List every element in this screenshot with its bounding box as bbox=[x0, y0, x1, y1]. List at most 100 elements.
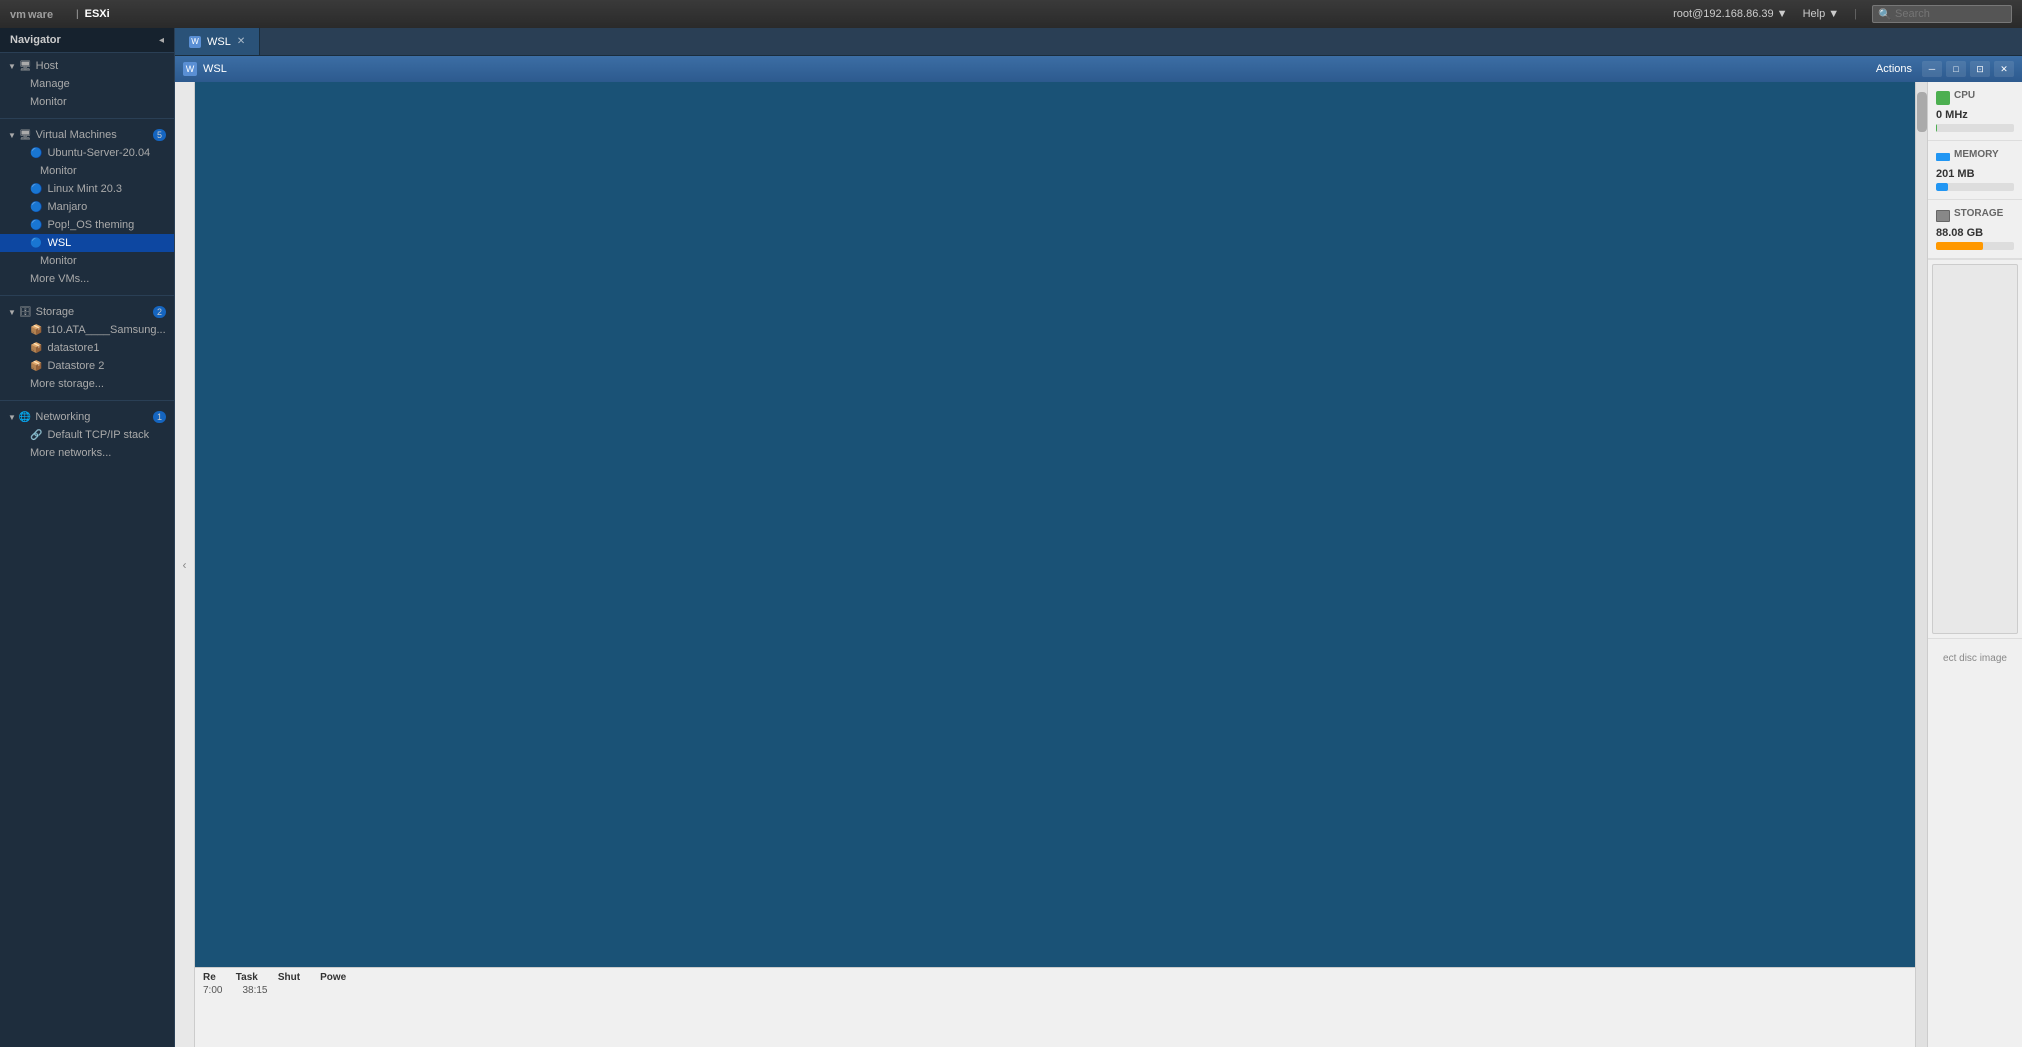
vmware-search-input[interactable] bbox=[1872, 5, 2012, 23]
ds1-icon: 📦 bbox=[30, 343, 42, 354]
content-split: ‹ bbox=[175, 82, 2022, 1047]
sidebar-item-popos[interactable]: 🔵 Pop!_OS theming bbox=[0, 216, 174, 234]
tcp-icon: 🔗 bbox=[30, 430, 42, 441]
ubuntu-monitor-label: Monitor bbox=[40, 165, 77, 177]
sidebar-item-manjaro[interactable]: 🔵 Manjaro bbox=[0, 198, 174, 216]
manjaro-label: Manjaro bbox=[47, 201, 87, 213]
sidebar-item-tcp[interactable]: 🔗 Default TCP/IP stack bbox=[0, 426, 174, 444]
vmware-topbar-right: root@192.168.86.39 ▼ Help ▼ | 🔍 bbox=[1673, 5, 2012, 23]
host-icon: 🖥 bbox=[19, 61, 32, 72]
vm-icon: 🖥 bbox=[19, 130, 32, 141]
memory-progress-container bbox=[1936, 183, 2014, 191]
monitor-host-label: Monitor bbox=[30, 96, 67, 108]
right-panel: CPU 0 MHz MEMORY 201 MB bbox=[1927, 82, 2022, 1047]
ds2-label: Datastore 2 bbox=[47, 360, 104, 372]
networking-group-header[interactable]: ▼ 🌐 Networking 1 bbox=[0, 408, 174, 426]
actions-button[interactable]: Actions bbox=[1870, 61, 1918, 77]
vmware-search-icon: 🔍 bbox=[1878, 8, 1892, 21]
storage-progress-fill bbox=[1936, 242, 1983, 250]
sidebar: Navigator ◂ ▼ 🖥 Host Manage Monitor ▼ 🖥 … bbox=[0, 28, 175, 1047]
sidebar-item-linuxmint[interactable]: 🔵 Linux Mint 20.3 bbox=[0, 180, 174, 198]
close-button[interactable]: ✕ bbox=[1994, 61, 2014, 77]
cpu-section: CPU 0 MHz bbox=[1928, 82, 2022, 141]
right-panel-select-disc: ect disc image bbox=[1928, 638, 2022, 678]
cpu-value: 0 MHz bbox=[1936, 109, 2014, 121]
right-panel-bottom bbox=[1928, 678, 2022, 1047]
cpu-progress-container bbox=[1936, 124, 2014, 132]
left-arrow-panel[interactable]: ‹ bbox=[175, 82, 195, 1047]
sidebar-item-wsl-monitor[interactable]: Monitor bbox=[0, 252, 174, 270]
tab-wsl-close[interactable]: ✕ bbox=[237, 36, 245, 47]
sidebar-item-datastore1[interactable]: 📦 datastore1 bbox=[0, 339, 174, 357]
storage-value: 88.08 GB bbox=[1936, 227, 2014, 239]
sidebar-item-more-storage[interactable]: More storage... bbox=[0, 375, 174, 393]
cpu-progress-fill bbox=[1936, 124, 1937, 132]
memory-progress-fill bbox=[1936, 183, 1948, 191]
recent-task-time2: 38:15 bbox=[242, 985, 267, 996]
vm-chevron: ▼ bbox=[8, 131, 16, 140]
select-disc-label: ect disc image bbox=[1943, 653, 2007, 664]
vmware-help[interactable]: Help ▼ bbox=[1803, 8, 1840, 20]
ata-label: t10.ATA____Samsung... bbox=[47, 324, 165, 336]
networking-label: Networking bbox=[35, 411, 90, 423]
restore-button[interactable]: ⊡ bbox=[1970, 61, 1990, 77]
networking-icon: 🌐 bbox=[19, 412, 31, 423]
svg-text:ware: ware bbox=[27, 9, 53, 21]
recent-tasks-panel: Re Task Shut Powe 7:00 38:15 bbox=[195, 967, 1915, 1047]
recent-task-col1: Re bbox=[203, 972, 216, 983]
networking-badge: 1 bbox=[153, 411, 166, 423]
recent-task-time1: 7:00 bbox=[203, 985, 222, 996]
maximize-button[interactable]: □ bbox=[1946, 61, 1966, 77]
vmware-user[interactable]: root@192.168.86.39 ▼ bbox=[1673, 8, 1787, 20]
content-body: ↻ Recycle Bin bbox=[195, 82, 1915, 967]
scroll-track[interactable] bbox=[1915, 82, 1927, 1047]
sidebar-item-wsl[interactable]: 🔵 WSL bbox=[0, 234, 174, 252]
sidebar-item-datastore2[interactable]: 📦 Datastore 2 bbox=[0, 357, 174, 375]
sidebar-item-ubuntu-monitor[interactable]: Monitor bbox=[0, 162, 174, 180]
storage-header: STORAGE bbox=[1936, 208, 2014, 223]
storage-icon-stat bbox=[1936, 210, 1950, 222]
sidebar-item-manage[interactable]: Manage bbox=[0, 75, 174, 93]
right-panel-extra bbox=[1928, 259, 2022, 638]
sidebar-item-more-vms[interactable]: More VMs... bbox=[0, 270, 174, 288]
host-section: ▼ 🖥 Host Manage Monitor bbox=[0, 53, 174, 115]
host-group-header[interactable]: ▼ 🖥 Host bbox=[0, 57, 174, 75]
tab-wsl-icon: W bbox=[189, 36, 201, 48]
manjaro-icon: 🔵 bbox=[30, 202, 42, 213]
memory-value: 201 MB bbox=[1936, 168, 2014, 180]
memory-header: MEMORY bbox=[1936, 149, 2014, 164]
popos-label: Pop!_OS theming bbox=[47, 219, 134, 231]
divider-1 bbox=[0, 118, 174, 119]
sidebar-item-ata[interactable]: 📦 t10.ATA____Samsung... bbox=[0, 321, 174, 339]
content-area: W WSL ✕ W WSL Actions ─ □ ⊡ ✕ ‹ bbox=[175, 28, 2022, 1047]
sidebar-item-more-networks[interactable]: More networks... bbox=[0, 444, 174, 462]
vm-label: Virtual Machines bbox=[36, 129, 117, 141]
sidebar-item-ubuntu[interactable]: 🔵 Ubuntu-Server-20.04 bbox=[0, 144, 174, 162]
popos-icon: 🔵 bbox=[30, 220, 42, 231]
memory-section: MEMORY 201 MB bbox=[1928, 141, 2022, 200]
tab-wsl[interactable]: W WSL ✕ bbox=[175, 28, 260, 55]
recent-task-col-powe: Powe bbox=[320, 972, 346, 983]
sidebar-collapse-icon[interactable]: ◂ bbox=[159, 35, 164, 46]
storage-icon-nav: 🗄 bbox=[19, 307, 32, 318]
more-storage-label: More storage... bbox=[30, 378, 104, 390]
recent-task-col-shut: Shut bbox=[278, 972, 300, 983]
vmware-logo: vm ware | ESXi bbox=[10, 6, 110, 22]
window-title-icon: W bbox=[183, 62, 197, 76]
storage-group-header[interactable]: ▼ 🗄 Storage 2 bbox=[0, 303, 174, 321]
cpu-label: CPU bbox=[1954, 90, 1975, 101]
minimize-button[interactable]: ─ bbox=[1922, 61, 1942, 77]
memory-icon bbox=[1936, 153, 1950, 161]
main-layout: Navigator ◂ ▼ 🖥 Host Manage Monitor ▼ 🖥 … bbox=[0, 28, 2022, 1047]
sidebar-item-monitor-host[interactable]: Monitor bbox=[0, 93, 174, 111]
host-label: Host bbox=[36, 60, 59, 72]
vm-group-header[interactable]: ▼ 🖥 Virtual Machines 5 bbox=[0, 126, 174, 144]
window-title-text: WSL bbox=[203, 63, 1864, 75]
more-networks-label: More networks... bbox=[30, 447, 111, 459]
scroll-thumb[interactable] bbox=[1917, 92, 1927, 132]
ubuntu-label: Ubuntu-Server-20.04 bbox=[47, 147, 150, 159]
ds2-icon: 📦 bbox=[30, 361, 42, 372]
content-main: ↻ Recycle Bin bbox=[195, 82, 1915, 1047]
networking-section: ▼ 🌐 Networking 1 🔗 Default TCP/IP stack … bbox=[0, 404, 174, 466]
cpu-icon bbox=[1936, 91, 1950, 105]
